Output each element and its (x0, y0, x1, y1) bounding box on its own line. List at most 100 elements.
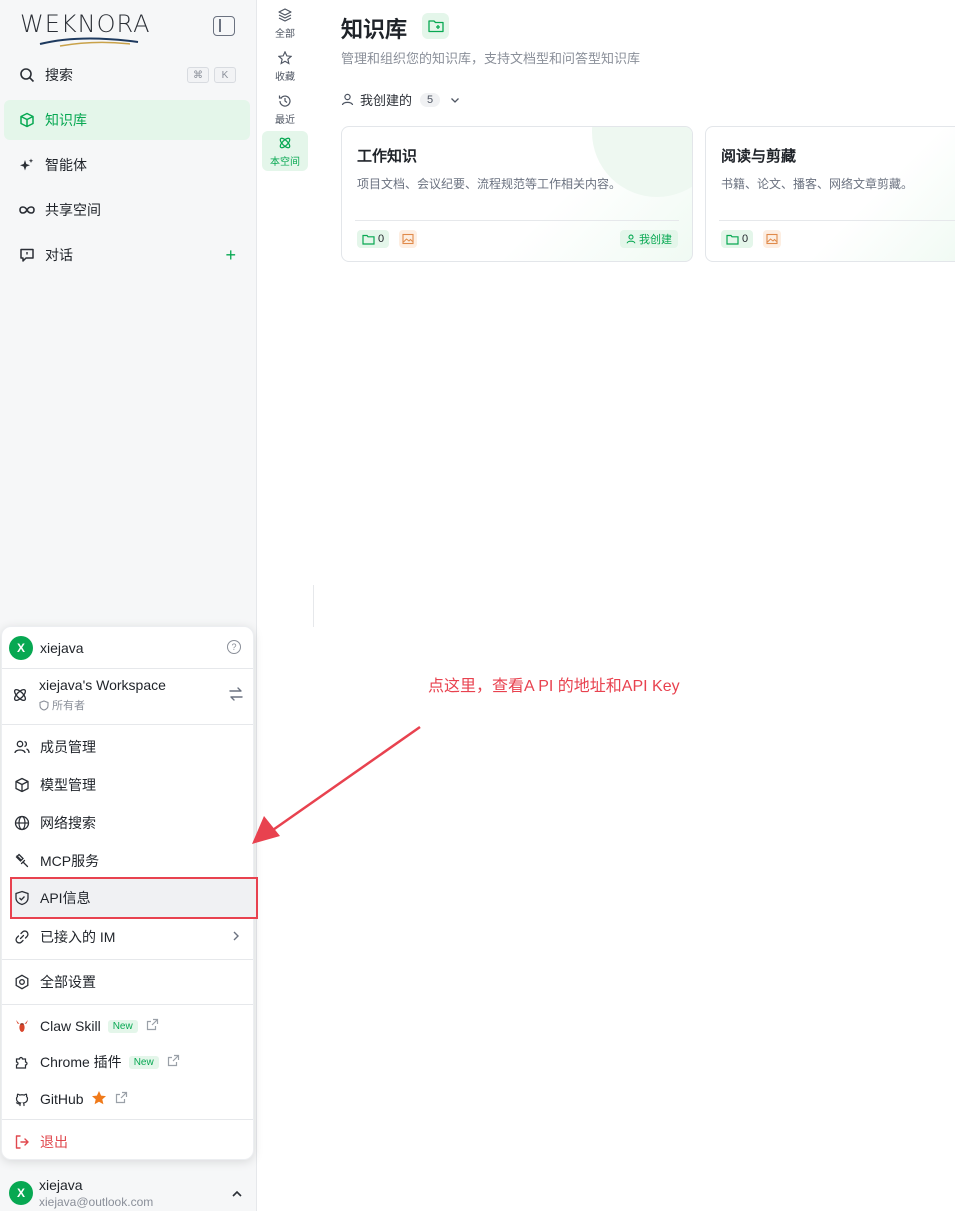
globe-icon (13, 814, 31, 832)
filter-label: 我创建的 (360, 93, 413, 108)
external-link-icon (115, 1091, 128, 1107)
menu-item-label: 已接入的 IM (40, 929, 116, 945)
infinity-icon (18, 201, 36, 219)
account-email: xiejava@outlook.com (39, 1195, 154, 1209)
atom-icon (278, 135, 292, 151)
tab-label: 本空间 (270, 156, 300, 168)
shortcut-k: K (214, 67, 236, 83)
sidebar-item-label: 共享空间 (45, 202, 101, 218)
menu-item-github[interactable]: GitHub (11, 1080, 256, 1118)
popup-username: xiejava (40, 640, 84, 656)
menu-item-mcp[interactable]: MCP服务 (11, 842, 256, 880)
menu-item-label: MCP服务 (40, 853, 100, 869)
kb-card-work[interactable]: 工作知识 项目文档、会议纪要、流程规范等工作相关内容。 0 我创建 (341, 126, 693, 262)
avatar: X (9, 636, 33, 660)
chevron-right-icon (232, 929, 240, 945)
logout-label: 退出 (40, 1134, 68, 1150)
divider (2, 1119, 253, 1120)
folder-icon (362, 234, 375, 245)
layers-icon (278, 7, 292, 23)
sidebar-item-shared[interactable]: 共享空间 (4, 190, 250, 230)
sidebar-item-label: 对话 (45, 247, 73, 263)
menu-item-members[interactable]: 成员管理 (11, 728, 256, 766)
menu-item-api-info[interactable]: API信息 (10, 877, 258, 919)
add-chat-button[interactable]: + (225, 245, 236, 266)
owner-filter-dropdown[interactable]: 我创建的 5 (341, 90, 460, 109)
annotation-text: 点这里，查看A PI 的地址和API Key (428, 678, 680, 695)
account-button[interactable]: X xiejava xiejava@outlook.com (9, 1177, 249, 1209)
history-icon (278, 93, 292, 109)
menu-item-label: 成员管理 (40, 739, 96, 755)
puzzle-icon (13, 1053, 31, 1071)
doc-count-badge: 0 (357, 230, 390, 248)
swap-icon[interactable] (228, 687, 244, 704)
divider (313, 585, 314, 627)
card-description: 书籍、论文、播客、网络文章剪藏。 (721, 177, 914, 191)
new-badge: New (107, 1019, 138, 1033)
menu-item-chrome-plugin[interactable]: Chrome 插件 New (11, 1043, 256, 1081)
menu-item-claw-skill[interactable]: Claw Skill New (11, 1007, 256, 1045)
chat-icon (18, 246, 36, 264)
menu-item-im[interactable]: 已接入的 IM (11, 918, 256, 956)
sidebar-item-chat[interactable]: 对话 + (4, 235, 250, 275)
page-subtitle: 管理和组织您的知识库，支持文档型和问答型知识库 (341, 51, 641, 66)
gear-icon (13, 973, 31, 991)
folder-plus-icon (427, 20, 444, 33)
menu-item-models[interactable]: 模型管理 (11, 766, 256, 804)
sidebar-item-label: 智能体 (45, 157, 87, 173)
divider (2, 724, 253, 725)
menu-item-websearch[interactable]: 网络搜索 (11, 804, 256, 842)
menu-item-label: Chrome 插件 (40, 1054, 122, 1070)
divider (355, 220, 679, 221)
tab-label: 最近 (275, 114, 295, 126)
tab-all[interactable]: 全部 (262, 3, 308, 43)
card-title: 工作知识 (357, 148, 418, 165)
account-name: xiejava (39, 1177, 83, 1193)
folder-icon (726, 234, 739, 245)
workspace-switcher[interactable]: xiejava's Workspace 所有者 (12, 677, 246, 717)
chevron-down-icon (450, 92, 460, 107)
logo-text: WEKNORA (20, 10, 151, 38)
sidebar-collapse-icon[interactable] (213, 16, 235, 36)
tab-recent[interactable]: 最近 (262, 89, 308, 129)
box-icon (13, 776, 31, 794)
menu-item-label: GitHub (40, 1091, 84, 1107)
shield-icon (39, 699, 49, 711)
divider (2, 668, 253, 669)
sidebar: WEKNORA 搜索 ⌘ K 知识库 智能体 共享空间 对话 + X xieja… (0, 0, 258, 1211)
tab-label: 全部 (275, 28, 295, 40)
menu-item-settings[interactable]: 全部设置 (11, 963, 256, 1001)
sidebar-item-agent[interactable]: 智能体 (4, 145, 250, 185)
owner-badge: 我创建 (620, 230, 678, 248)
divider (2, 959, 253, 960)
star-icon (278, 50, 292, 66)
new-badge: New (128, 1055, 159, 1069)
tab-this-space[interactable]: 本空间 (262, 131, 308, 171)
new-folder-button[interactable] (422, 13, 449, 39)
star-icon (91, 1090, 107, 1109)
workspace-role: 所有者 (39, 697, 85, 713)
help-icon[interactable]: ? (227, 640, 241, 654)
card-description: 项目文档、会议纪要、流程规范等工作相关内容。 (357, 177, 622, 191)
tab-favorites[interactable]: 收藏 (262, 46, 308, 86)
logo-swoosh-icon (39, 37, 139, 47)
card-title: 阅读与剪藏 (721, 148, 797, 165)
logout-button[interactable]: 退出 (11, 1123, 256, 1161)
lobster-icon (13, 1017, 31, 1035)
shield-icon (13, 889, 31, 907)
menu-item-label: 全部设置 (40, 974, 96, 990)
shortcut-cmd: ⌘ (187, 67, 209, 83)
github-icon (13, 1090, 31, 1108)
image-icon (763, 230, 781, 248)
sidebar-item-knowledge[interactable]: 知识库 (4, 100, 250, 140)
menu-item-label: Claw Skill (40, 1018, 101, 1034)
cube-icon (18, 111, 36, 129)
menu-item-label: 网络搜索 (40, 815, 96, 831)
menu-item-label: API信息 (40, 890, 91, 906)
kb-card-reading[interactable]: 阅读与剪藏 书籍、论文、播客、网络文章剪藏。 0 (705, 126, 955, 262)
menu-item-label: 模型管理 (40, 777, 96, 793)
avatar: X (9, 1181, 33, 1205)
external-link-icon (146, 1018, 159, 1034)
search-button[interactable]: 搜索 ⌘ K (4, 55, 250, 95)
popup-user-row: X xiejava ? (9, 635, 247, 661)
